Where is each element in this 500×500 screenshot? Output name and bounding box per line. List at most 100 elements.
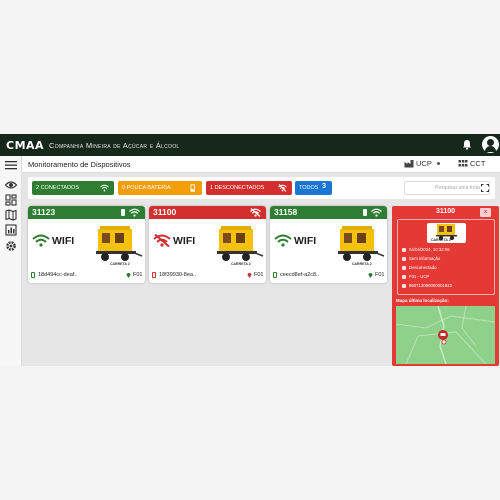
company-name: Companhia Mineira de Açúcar e Álcool [49,140,180,150]
device-id: 31123 [32,207,56,217]
panel-date: 04/04/2024, 10:32:06 [409,247,450,252]
device-imei: 18d494cc-deaf.. [38,272,78,278]
eye-icon[interactable] [5,179,17,191]
battery-icon [121,209,125,216]
wifi-off-icon [402,265,406,270]
panel-location: F01 - UCP [409,274,430,279]
device-id: 31100 [153,207,177,217]
wifi-status: WIFI [153,234,195,247]
filter-all-label: TODOS [299,185,319,191]
panel-serial-row: 860713090000001922 [402,283,452,288]
unit-ucp-button[interactable]: UCP [404,159,440,168]
filter-connected-label: 2 CONECTADOS [36,185,79,191]
cart-label: CARRETA 2 [110,262,130,266]
grid-icon [458,160,468,167]
battery-low-icon [190,184,195,192]
card-header: 31100 [149,206,266,219]
filter-bar: 2 CONECTADOS 0 POUCA BATERIA 1 DESCONECT… [28,177,495,199]
wifi-off-icon [153,234,171,247]
panel-date-row: 04/04/2024, 10:32:06 [402,247,450,252]
wifi-icon [129,208,140,217]
wifi-off-icon [250,208,261,217]
cart-label: CARRETA 2 [231,262,251,266]
map-canvas [396,306,495,364]
location-pin-icon [126,273,131,278]
wifi-label: WIFI [173,234,196,247]
unit-cct-label: CCT [470,159,486,168]
account-avatar-icon[interactable] [482,136,499,153]
wifi-icon [274,234,292,247]
location-pin-icon [247,273,252,278]
phone-icon [273,272,277,278]
device-id: 31158 [274,207,298,217]
device-imei: 18f39930-8ea.. [159,272,197,278]
wifi-status: WIFI [274,234,316,247]
panel-info: Sem informação [409,256,441,261]
app-window: CMAA Companhia Mineira de Açúcar e Álcoo… [0,134,500,366]
panel-serial: 860713090000001922 [409,283,453,288]
search-input[interactable]: Pesquisar uma frota [404,181,490,195]
dashboard-icon[interactable] [5,194,17,206]
panel-location-row: F01 - UCP [402,274,429,279]
trailer-image [338,226,385,261]
close-button[interactable]: × [480,208,491,217]
wifi-icon [100,184,109,192]
separator-dot [436,162,440,165]
filter-all-chip[interactable]: TODOS 3 [295,181,332,195]
gear-icon[interactable] [5,240,17,252]
battery-icon [402,256,406,261]
device-location: F01 [375,272,385,278]
panel-status: Desconectado [409,265,437,270]
factory-icon [404,160,414,168]
wifi-status: WIFI [32,234,74,247]
phone-icon [31,272,35,278]
card-footer: ceecd8ef-a2c8.. F01 [273,271,385,280]
page-header: Monitoramento de Dispositivos UCP CCT [22,156,500,173]
calendar-icon [402,247,406,252]
filter-all-count: 3 [322,183,326,190]
panel-device-info: CARRETA 2 04/04/2024, 10:32:06 Sem infor… [397,219,495,295]
filter-disconnected-chip[interactable]: 1 DESCONECTADOS [206,181,292,195]
device-location: F01 [254,272,264,278]
filter-low-battery-chip[interactable]: 0 POUCA BATERIA [118,181,202,195]
unit-ucp-label: UCP [416,159,432,168]
panel-cart-label: CARRETA 2 [431,238,451,242]
wifi-off-icon [278,184,287,192]
filter-low-battery-label: 0 POUCA BATERIA [122,185,171,191]
filter-connected-chip[interactable]: 2 CONECTADOS [32,181,114,195]
trailer-image [217,226,264,261]
device-card[interactable]: 31123 WIFI CARRETA 2 18d494cc-deaf.. F01 [28,206,145,283]
wifi-label: WIFI [294,234,317,247]
sidebar [0,156,22,366]
phone-icon [152,272,156,278]
fullscreen-icon[interactable] [481,184,489,192]
device-imei: ceecd8ef-a2c8.. [280,272,320,278]
card-footer: 18d494cc-deaf.. F01 [31,271,143,280]
panel-info-row: Sem informação [402,256,440,261]
device-card[interactable]: 31158 WIFI CARRETA 2 ceecd8ef-a2c8.. F01 [270,206,387,283]
map-icon[interactable] [5,209,17,221]
filter-disconnected-label: 1 DESCONECTADOS [210,185,265,191]
logo: CMAA [6,138,45,152]
card-footer: 18f39930-8ea.. F01 [152,271,264,280]
unit-cct-button[interactable]: CCT [458,159,485,168]
location-map[interactable] [396,306,495,364]
top-bar: CMAA Companhia Mineira de Açúcar e Álcoo… [0,134,500,156]
wifi-icon [371,208,382,217]
device-card[interactable]: 31100 WIFI CARRETA 2 18f39930-8ea.. F01 [149,206,266,283]
device-detail-panel: 31100 × CARRETA 2 04/04/2024, 10:32:06 S… [392,206,499,366]
chart-icon[interactable] [5,224,17,236]
page-title: Monitoramento de Dispositivos [28,159,131,169]
device-icon [402,283,406,288]
card-header: 31158 [270,206,387,219]
menu-icon[interactable] [5,159,17,171]
panel-status-row: Desconectado [402,265,436,270]
map-label: Mapa última localização: [396,298,449,303]
trailer-image [96,226,143,261]
location-pin-icon [402,274,406,279]
bell-icon[interactable] [462,139,472,150]
location-pin-icon [368,273,373,278]
wifi-icon [32,234,50,247]
device-location: F01 [133,272,143,278]
battery-icon [363,209,367,216]
